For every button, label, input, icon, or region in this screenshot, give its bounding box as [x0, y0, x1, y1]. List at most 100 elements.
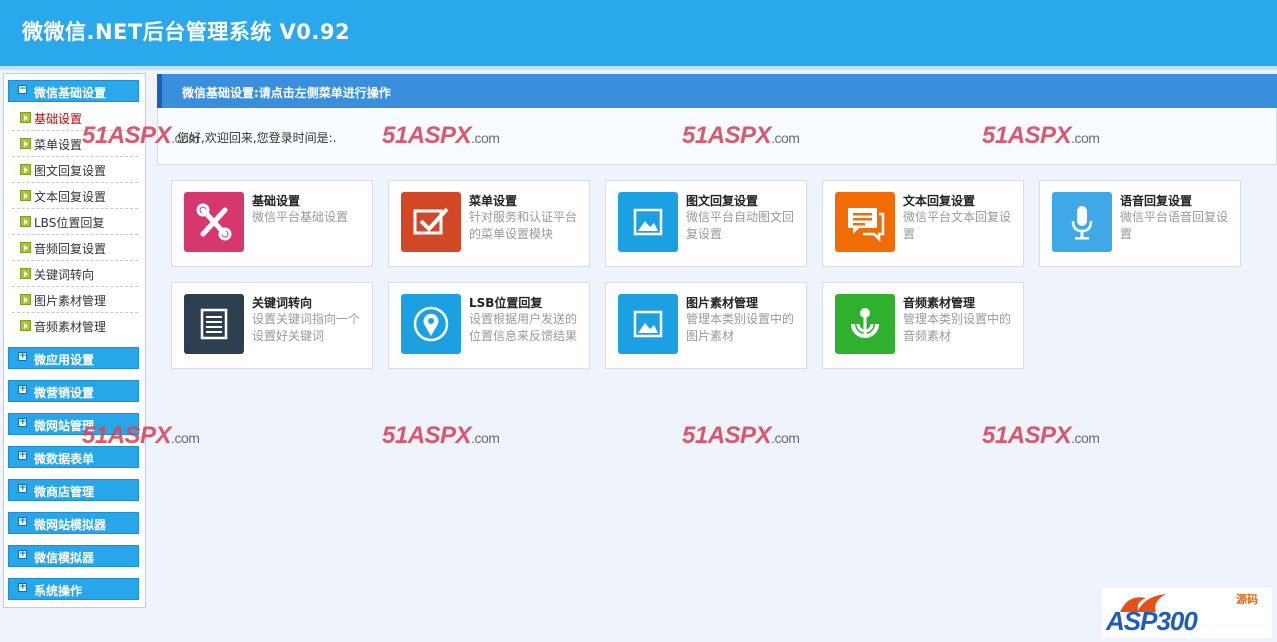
- sidebar-item-lbs-reply[interactable]: LBS位置回复: [12, 209, 138, 235]
- tools-icon: [184, 192, 244, 252]
- sidebar-section-site-simulator[interactable]: + 微网站模拟器: [8, 512, 139, 534]
- sidebar-section-wechat-simulator[interactable]: + 微信模拟器: [8, 545, 139, 567]
- sidebar-section-system[interactable]: + 系统操作: [8, 578, 139, 600]
- app-title: 微微信.NET后台管理系统 V0.92: [22, 20, 351, 44]
- watermark-domain: .com: [1071, 130, 1100, 146]
- card-text-reply[interactable]: 文本回复设置 微信平台文本回复设置: [822, 180, 1024, 267]
- checkbox-icon: [401, 192, 461, 252]
- card-title: 语音回复设置: [1120, 194, 1193, 208]
- logo-brand: ASP300: [1106, 606, 1198, 636]
- watermark-brand: 51ASPX: [382, 122, 472, 149]
- logo-cn: 源码: [1236, 593, 1258, 606]
- watermark-brand: 51ASPX: [82, 422, 172, 449]
- sidebar-section-label: 微信模拟器: [34, 551, 95, 565]
- banner-divider: [0, 66, 1277, 70]
- sidebar-section-basic[interactable]: − 微信基础设置: [8, 80, 139, 102]
- sidebar-item-audio-assets[interactable]: 音频素材管理: [12, 313, 138, 339]
- arrow-right-icon: [20, 164, 31, 175]
- picture-icon: [618, 294, 678, 354]
- card-image-assets[interactable]: 图片素材管理 管理本类别设置中的图片素材: [605, 282, 807, 369]
- welcome-text: 您好,欢迎回来,您登录时间是:.: [177, 131, 337, 145]
- card-description: 微信平台自动图文回复设置: [686, 210, 795, 241]
- card-description: 管理本类别设置中的图片素材: [686, 312, 795, 343]
- sidebar-item-label: LBS位置回复: [34, 216, 105, 230]
- sidebar-section-label: 微网站模拟器: [34, 518, 107, 532]
- expand-icon: +: [18, 549, 27, 559]
- watermark-domain: .com: [171, 430, 200, 446]
- arrow-right-icon: [20, 190, 31, 201]
- card-keyword-redirect[interactable]: 关键词转向 设置关键词指向一个设置好关键词: [171, 282, 373, 369]
- sidebar-section-apps[interactable]: + 微应用设置: [8, 347, 139, 369]
- document-icon: [184, 294, 244, 354]
- watermark-domain: .com: [171, 130, 200, 146]
- arrow-right-icon: [20, 216, 31, 227]
- expand-icon: +: [18, 384, 27, 394]
- card-voice-reply[interactable]: 语音回复设置 微信平台语音回复设置: [1039, 180, 1241, 267]
- expand-icon: +: [18, 516, 27, 526]
- sidebar-item-label: 菜单设置: [34, 138, 83, 152]
- picture-icon: [618, 192, 678, 252]
- card-title: 基础设置: [252, 194, 301, 208]
- sidebar-item-label: 音频素材管理: [34, 320, 107, 334]
- card-description: 微信平台语音回复设置: [1120, 210, 1229, 241]
- sidebar-item-audio-reply[interactable]: 音频回复设置: [12, 235, 138, 261]
- card-menu-settings[interactable]: 菜单设置 针对服务和认证平台的菜单设置模块: [388, 180, 590, 267]
- watermark-domain: .com: [471, 430, 500, 446]
- watermark-domain: .com: [771, 130, 800, 146]
- arrow-right-icon: [20, 294, 31, 305]
- sidebar-section-shop[interactable]: + 微商店管理: [8, 479, 139, 501]
- sidebar-section-label: 微应用设置: [34, 353, 95, 367]
- expand-icon: +: [18, 582, 27, 592]
- sidebar-item-image-assets[interactable]: 图片素材管理: [12, 287, 138, 313]
- expand-icon: +: [18, 483, 27, 493]
- expand-icon: +: [18, 417, 27, 427]
- watermark-brand: 51ASPX: [982, 122, 1072, 149]
- chat-icon: [835, 192, 895, 252]
- wikimedia-icon: [835, 294, 895, 354]
- sidebar-item-label: 关键词转向: [34, 268, 95, 282]
- card-description: 微信平台文本回复设置: [903, 210, 1012, 241]
- sidebar: − 微信基础设置 基础设置 菜单设置 图文回复设置 文本回复设置 LBS位置回复…: [3, 73, 146, 608]
- arrow-right-icon: [20, 242, 31, 253]
- card-description: 设置关键词指向一个设置好关键词: [252, 312, 361, 343]
- card-basic-settings[interactable]: 基础设置 微信平台基础设置: [171, 180, 373, 267]
- arrow-right-icon: [20, 138, 31, 149]
- sidebar-section-label: 微信基础设置: [34, 86, 107, 100]
- watermark: 51ASPX.com: [982, 122, 1100, 150]
- expand-icon: +: [18, 450, 27, 460]
- watermark: 51ASPX.com: [982, 422, 1100, 450]
- sidebar-item-label: 基础设置: [34, 112, 83, 126]
- card-news-reply[interactable]: 图文回复设置 微信平台自动图文回复设置: [605, 180, 807, 267]
- sidebar-item-text-reply[interactable]: 文本回复设置: [12, 183, 138, 209]
- content-header-text: 微信基础设置:请点击左侧菜单进行操作: [182, 86, 391, 100]
- sidebar-item-news-reply[interactable]: 图文回复设置: [12, 157, 138, 183]
- sidebar-item-keyword-redirect[interactable]: 关键词转向: [12, 261, 138, 287]
- sidebar-section-marketing[interactable]: + 微营销设置: [8, 380, 139, 402]
- sidebar-section-label: 微营销设置: [34, 386, 95, 400]
- arrow-right-icon: [20, 320, 31, 331]
- arrow-right-icon: [20, 268, 31, 279]
- expand-icon: +: [18, 351, 27, 361]
- watermark-brand: 51ASPX: [682, 122, 772, 149]
- card-title: 文本回复设置: [903, 194, 976, 208]
- watermark: 51ASPX.com: [82, 422, 200, 450]
- card-audio-assets[interactable]: 音频素材管理 管理本类别设置中的音频素材: [822, 282, 1024, 369]
- card-description: 管理本类别设置中的音频素材: [903, 312, 1012, 343]
- card-title: 关键词转向: [252, 296, 313, 310]
- card-title: 图片素材管理: [686, 296, 759, 310]
- sidebar-section-label: 微商店管理: [34, 485, 95, 499]
- sidebar-item-label: 音频回复设置: [34, 242, 107, 256]
- card-lbs-reply[interactable]: LSB位置回复 设置根据用户发送的位置信息来反馈结果: [388, 282, 590, 369]
- sidebar-item-label: 文本回复设置: [34, 190, 107, 204]
- watermark-brand: 51ASPX: [982, 422, 1072, 449]
- asp300-logo: ASP300 源码: [1102, 588, 1272, 638]
- card-title: 图文回复设置: [686, 194, 759, 208]
- microphone-icon: [1052, 192, 1112, 252]
- watermark-domain: .com: [771, 430, 800, 446]
- watermark-brand: 51ASPX: [682, 422, 772, 449]
- watermark: 51ASPX.com: [82, 122, 200, 150]
- watermark-brand: 51ASPX: [82, 122, 172, 149]
- sidebar-section-label: 微数据表单: [34, 452, 95, 466]
- sidebar-section-label: 系统操作: [34, 584, 83, 598]
- watermark-domain: .com: [1071, 430, 1100, 446]
